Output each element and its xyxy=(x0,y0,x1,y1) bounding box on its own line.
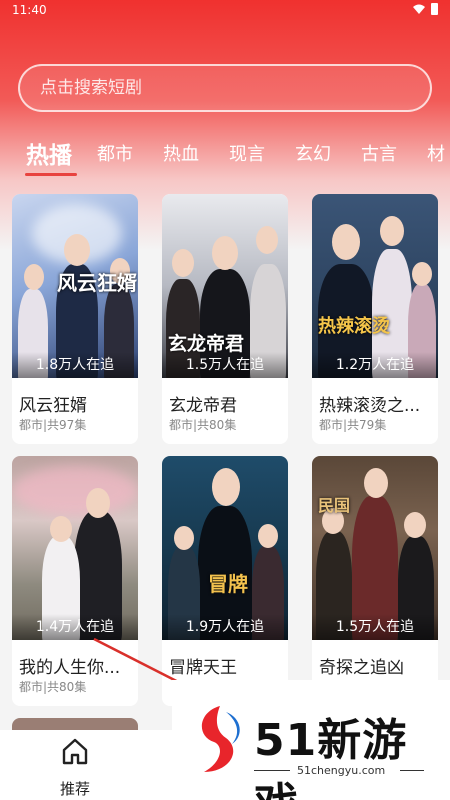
drama-meta: 都市|共79集 xyxy=(319,418,387,432)
drama-poster[interactable]: 民国 1.5万人在追 xyxy=(312,456,438,640)
followers-count: 1.2万人在追 xyxy=(312,352,438,378)
drama-poster[interactable]: 风云狂婿 1.8万人在追 xyxy=(12,194,138,378)
next-row-card-peek xyxy=(12,718,138,730)
status-icons xyxy=(413,3,438,15)
battery-icon xyxy=(431,3,438,15)
nav-home[interactable]: 推荐 xyxy=(52,736,98,798)
drama-meta: 都市|共80集 xyxy=(169,418,237,432)
watermark-url: 51chengyu.com xyxy=(297,764,386,777)
tab-hot[interactable]: 热播 xyxy=(26,136,72,170)
search-bar[interactable] xyxy=(18,64,432,112)
followers-count: 1.5万人在追 xyxy=(312,614,438,640)
tab-passion[interactable]: 热血 xyxy=(163,140,199,166)
wifi-icon xyxy=(413,4,425,14)
status-bar: 11:40 xyxy=(0,0,450,22)
drama-poster[interactable]: 玄龙帝君 1.5万人在追 xyxy=(162,194,288,378)
poster-title-art: 热辣滚烫 xyxy=(318,316,390,337)
brand-logo-icon xyxy=(201,706,240,772)
drama-card[interactable]: 热辣滚烫 1.2万人在追 热辣滚烫之... 都市|共79集 xyxy=(312,194,438,444)
drama-title: 热辣滚烫之... xyxy=(319,396,421,416)
drama-card[interactable]: 玄龙帝君 1.5万人在追 玄龙帝君 都市|共80集 xyxy=(162,194,288,444)
home-icon xyxy=(62,738,88,765)
watermark: 51新游戏 51chengyu.com xyxy=(172,680,450,800)
nav-home-label: 推荐 xyxy=(59,780,90,798)
poster-title-art: 风云狂婿 xyxy=(57,271,137,295)
search-input[interactable] xyxy=(20,66,430,110)
followers-count: 1.5万人在追 xyxy=(162,352,288,378)
tab-ancient-romance[interactable]: 古言 xyxy=(361,140,397,166)
drama-poster[interactable]: 1.4万人在追 xyxy=(12,456,138,640)
drama-title: 奇探之追凶 xyxy=(319,658,404,678)
watermark-brand: 51新游戏 xyxy=(254,715,408,800)
drama-title: 玄龙帝君 xyxy=(169,396,237,416)
drama-title: 风云狂婿 xyxy=(19,396,87,416)
drama-meta: 都市|共97集 xyxy=(19,418,87,432)
poster-title-art: 冒牌 xyxy=(208,572,248,596)
category-tabs: 热播 都市 热血 现言 玄幻 古言 材 xyxy=(0,130,450,178)
poster-title-art: 民国 xyxy=(318,496,351,515)
drama-poster[interactable]: 冒牌 1.9万人在追 xyxy=(162,456,288,640)
drama-card[interactable]: 民国 1.5万人在追 奇探之追凶 xyxy=(312,456,438,706)
drama-poster[interactable]: 热辣滚烫 1.2万人在追 xyxy=(312,194,438,378)
tab-fantasy[interactable]: 玄幻 xyxy=(295,140,331,166)
active-tab-indicator xyxy=(25,173,77,176)
tab-more[interactable]: 材 xyxy=(427,140,445,166)
tab-urban[interactable]: 都市 xyxy=(97,140,133,166)
drama-meta: 都市|共80集 xyxy=(19,680,87,694)
tab-modern-romance[interactable]: 现言 xyxy=(229,140,265,166)
drama-card[interactable]: 风云狂婿 1.8万人在追 风云狂婿 都市|共97集 xyxy=(12,194,138,444)
status-time: 11:40 xyxy=(12,3,47,17)
followers-count: 1.8万人在追 xyxy=(12,352,138,378)
